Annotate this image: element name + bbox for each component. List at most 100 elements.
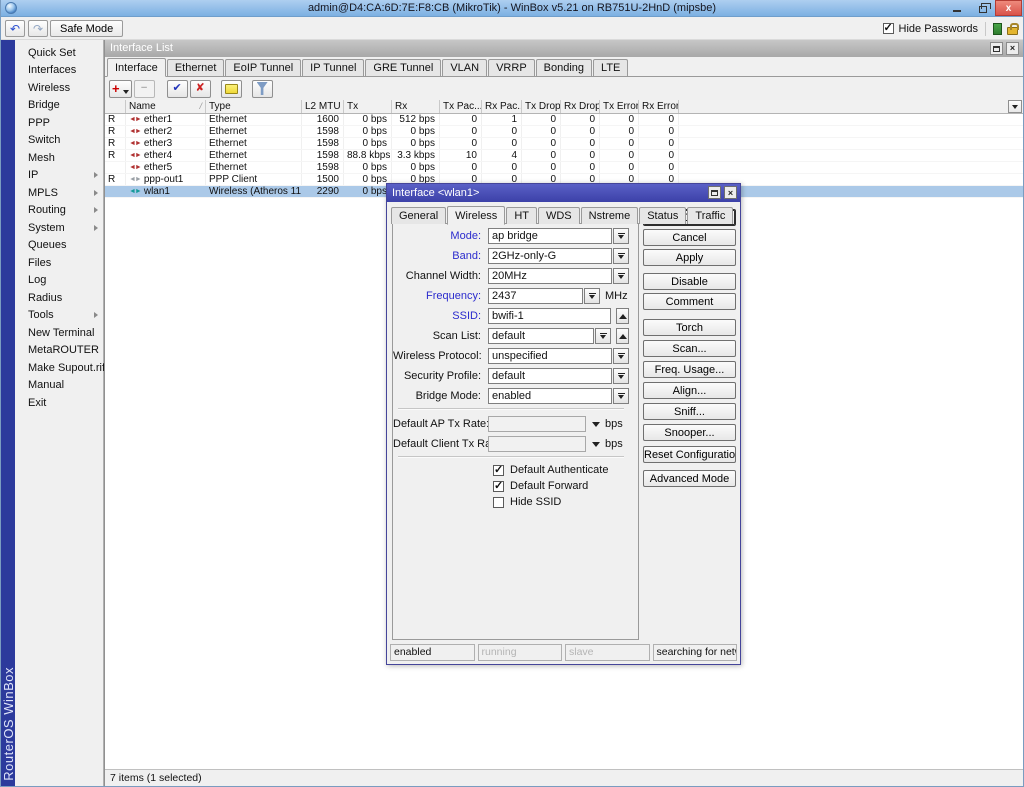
up-button[interactable] xyxy=(616,328,629,344)
dialog-close-button[interactable]: × xyxy=(724,186,737,199)
sidebar-item[interactable]: System xyxy=(15,219,103,237)
checkbox-row[interactable]: Default Forward xyxy=(493,480,629,492)
tab[interactable]: Status xyxy=(639,207,686,224)
tab[interactable]: General xyxy=(391,207,446,224)
dialog-action-button[interactable]: Cancel xyxy=(643,229,736,246)
dialog-action-button[interactable]: Scan... xyxy=(643,340,736,357)
table-row[interactable]: R ether2 Ethernet 1598 0 bps 0 bps 0 0 0… xyxy=(105,126,1023,138)
sidebar-item[interactable]: Log xyxy=(15,272,103,290)
column-header[interactable]: L2 MTU xyxy=(302,100,344,113)
minimize-button[interactable] xyxy=(947,0,967,16)
sidebar-item[interactable]: Manual xyxy=(15,377,103,395)
sidebar-item[interactable]: Exit xyxy=(15,394,103,412)
dialog-action-button[interactable]: Snooper... xyxy=(643,424,736,441)
field-input[interactable]: ap bridge xyxy=(488,228,612,244)
dropdown-button[interactable] xyxy=(613,268,629,284)
dropdown-button[interactable] xyxy=(613,348,629,364)
safe-mode-button[interactable]: Safe Mode xyxy=(50,20,123,37)
sidebar-item[interactable]: New Terminal xyxy=(15,324,103,342)
sidebar-item[interactable]: Switch xyxy=(15,132,103,150)
flag-column-header[interactable] xyxy=(105,100,126,113)
column-header[interactable]: Tx xyxy=(344,100,392,113)
remove-button[interactable]: − xyxy=(134,80,155,98)
dialog-action-button[interactable]: Disable xyxy=(643,273,736,290)
sidebar-item[interactable]: Quick Set xyxy=(15,44,103,62)
dialog-action-button[interactable]: Apply xyxy=(643,249,736,266)
header-dropdown-button[interactable] xyxy=(1008,100,1022,113)
field-input[interactable]: enabled xyxy=(488,388,612,404)
dialog-action-button[interactable]: Reset Configuration xyxy=(643,446,736,463)
filter-button[interactable] xyxy=(252,80,273,98)
tab[interactable]: Traffic xyxy=(687,207,733,224)
hide-passwords-checkbox[interactable] xyxy=(883,23,894,34)
interface-list-titlebar[interactable]: Interface List × xyxy=(105,40,1023,57)
field-input[interactable]: 2437 xyxy=(488,288,583,304)
sidebar-item[interactable]: Routing xyxy=(15,202,103,220)
dropdown-button[interactable] xyxy=(613,228,629,244)
sidebar-item[interactable]: Wireless xyxy=(15,79,103,97)
dialog-action-button[interactable]: Torch xyxy=(643,319,736,336)
column-header[interactable]: Tx Pac... xyxy=(440,100,482,113)
tab[interactable]: IP Tunnel xyxy=(302,59,364,76)
dialog-maximize-button[interactable] xyxy=(708,186,721,199)
tab[interactable]: EoIP Tunnel xyxy=(225,59,301,76)
main-titlebar[interactable]: admin@D4:CA:6D:7E:F8:CB (MikroTik) - Win… xyxy=(1,0,1023,17)
comment-button[interactable] xyxy=(221,80,242,98)
sidebar-item[interactable]: MPLS xyxy=(15,184,103,202)
checkbox[interactable] xyxy=(493,497,504,508)
tab[interactable]: GRE Tunnel xyxy=(365,59,441,76)
sidebar-item[interactable]: Radius xyxy=(15,289,103,307)
tab[interactable]: LTE xyxy=(593,59,628,76)
restore-button[interactable] xyxy=(973,0,993,16)
sidebar-item[interactable]: MetaROUTER xyxy=(15,342,103,360)
sidebar-item[interactable]: Bridge xyxy=(15,97,103,115)
sidebar-item[interactable]: PPP xyxy=(15,114,103,132)
dropdown-button[interactable] xyxy=(613,388,629,404)
tab[interactable]: VLAN xyxy=(442,59,487,76)
column-header[interactable]: Tx Errors xyxy=(600,100,639,113)
close-button[interactable]: x xyxy=(995,0,1022,16)
dropdown-button[interactable] xyxy=(613,368,629,384)
tab[interactable]: Ethernet xyxy=(167,59,225,76)
il-close-button[interactable]: × xyxy=(1006,42,1019,55)
tab[interactable]: WDS xyxy=(538,207,580,224)
tab[interactable]: Interface xyxy=(107,58,166,77)
column-header[interactable]: Name xyxy=(126,100,206,113)
dropdown-arrow-icon[interactable] xyxy=(592,422,600,427)
dialog-action-button[interactable]: Advanced Mode xyxy=(643,470,736,487)
column-header[interactable]: Type xyxy=(206,100,302,113)
table-row[interactable]: R ether3 Ethernet 1598 0 bps 0 bps 0 0 0… xyxy=(105,138,1023,150)
column-header[interactable]: Tx Drops xyxy=(522,100,561,113)
field-input[interactable]: default xyxy=(488,328,594,344)
checkbox-row[interactable]: Hide SSID xyxy=(493,496,629,508)
il-maximize-button[interactable] xyxy=(990,42,1003,55)
dialog-action-button[interactable]: Freq. Usage... xyxy=(643,361,736,378)
sidebar-item[interactable]: Interfaces xyxy=(15,62,103,80)
sidebar-item[interactable]: Make Supout.rif xyxy=(15,359,103,377)
redo-button[interactable]: ↷ xyxy=(28,20,48,37)
up-button[interactable] xyxy=(616,308,629,324)
sidebar-item[interactable]: Tools xyxy=(15,307,103,325)
checkbox[interactable] xyxy=(493,481,504,492)
tab[interactable]: Wireless xyxy=(447,206,505,225)
sidebar-item[interactable]: Queues xyxy=(15,237,103,255)
table-row[interactable]: R ether1 Ethernet 1600 0 bps 512 bps 0 1… xyxy=(105,114,1023,126)
dialog-action-button[interactable]: Comment xyxy=(643,293,736,310)
dialog-action-button[interactable]: Sniff... xyxy=(643,403,736,420)
checkbox[interactable] xyxy=(493,465,504,476)
column-header[interactable]: Rx Pac... xyxy=(482,100,522,113)
table-row[interactable]: R ether4 Ethernet 1598 88.8 kbps 3.3 kbp… xyxy=(105,150,1023,162)
field-input[interactable]: 20MHz xyxy=(488,268,612,284)
dropdown-arrow-icon[interactable] xyxy=(592,442,600,447)
dropdown-button[interactable] xyxy=(613,248,629,264)
sidebar-item[interactable]: Mesh xyxy=(15,149,103,167)
dialog-titlebar[interactable]: Interface <wlan1> × xyxy=(387,184,740,202)
dialog-action-button[interactable]: Align... xyxy=(643,382,736,399)
undo-button[interactable]: ↶ xyxy=(5,20,25,37)
sidebar-item[interactable]: IP xyxy=(15,167,103,185)
field-input[interactable]: default xyxy=(488,368,612,384)
tab[interactable]: Nstreme xyxy=(581,207,639,224)
field-input[interactable]: unspecified xyxy=(488,348,612,364)
checkbox-row[interactable]: Default Authenticate xyxy=(493,464,629,476)
sidebar-item[interactable]: Files xyxy=(15,254,103,272)
